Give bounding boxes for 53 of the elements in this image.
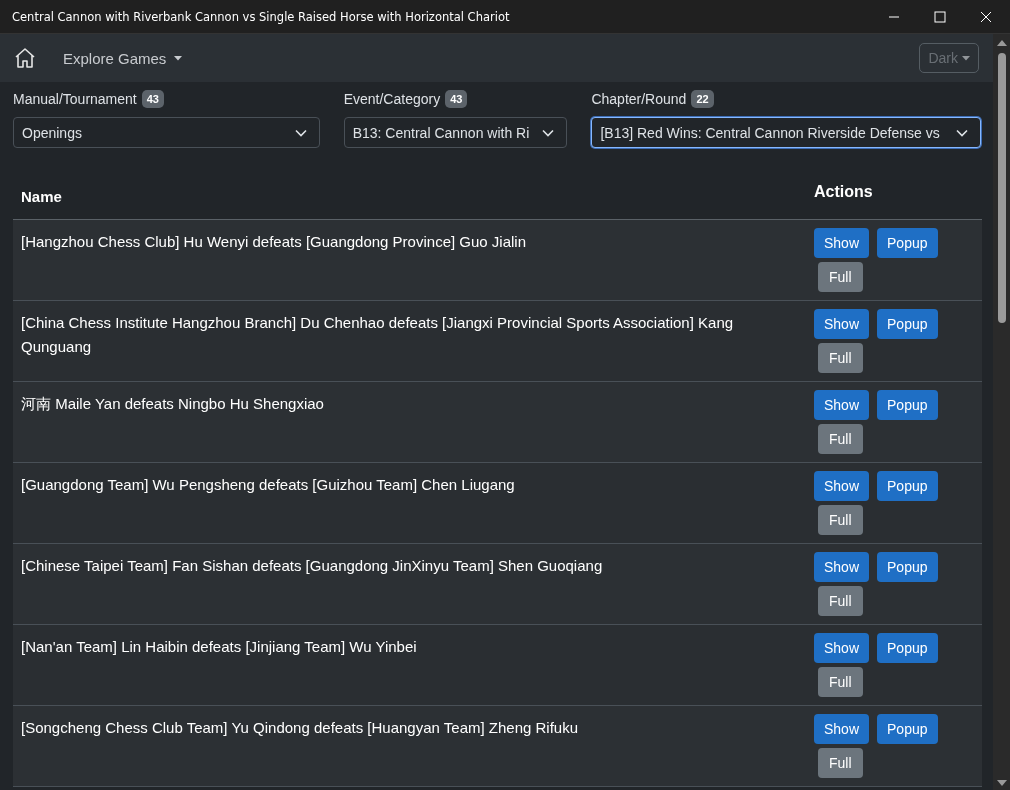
chevron-down-icon: [542, 128, 555, 137]
filter-label: Event/Category: [343, 91, 441, 107]
full-button[interactable]: Full: [818, 343, 863, 373]
select-field[interactable]: Openings: [13, 117, 320, 148]
show-button[interactable]: Show: [814, 552, 870, 582]
game-name-cell-text: [Chinese Taipei Team] Fan Sishan defeats [Guangdong JinXinyu Team] Shen Guoqiang: [20, 556, 604, 576]
chevron-down-icon: [294, 128, 307, 137]
full-button[interactable]: Full: [818, 262, 863, 292]
explore-games-dropdown[interactable]: Explore Games: [59, 43, 187, 73]
popup-button[interactable]: Popup: [877, 309, 938, 339]
window-title: Central Cannon with Riverbank Cannon vs Single Raised Horse with Horizontal Chariot: [12, 9, 511, 24]
select-field[interactable]: [B13] Red Wins: Central Cannon Riverside Defense vs: [591, 117, 981, 148]
popup-button[interactable]: Popup: [877, 552, 938, 582]
select-field[interactable]: B13: Central Cannon with Ri: [343, 117, 568, 148]
popup-button[interactable]: Popup: [877, 228, 938, 258]
caret-icon: [174, 55, 183, 61]
show-button[interactable]: Show: [814, 228, 870, 258]
filter-label: Manual/Tournament: [13, 91, 137, 107]
popup-button[interactable]: Popup: [877, 633, 938, 663]
game-name-cell-text: [Nan'an Team] Lin Haibin defeats [Jinjiang Team] Wu Yinbei: [20, 637, 418, 657]
count-badge: 43: [445, 90, 468, 108]
close-icon[interactable]: [980, 10, 992, 23]
show-button[interactable]: Show: [814, 633, 870, 663]
full-button[interactable]: Full: [818, 424, 863, 454]
maximize-icon[interactable]: [934, 10, 946, 23]
game-name-cell-text: [Hangzhou Chess Club] Hu Wenyi defeats [Guangdong Province] Guo Jialin: [20, 232, 527, 252]
show-button[interactable]: Show: [814, 390, 870, 420]
popup-button[interactable]: Popup: [877, 390, 938, 420]
show-button[interactable]: Show: [814, 309, 870, 339]
game-name-cell-text: [China Chess Institute Hangzhou Branch] Du Chenhao defeats [Jiangxi Provincial Sports Association] Kang Qunguang: [20, 313, 735, 357]
scroll-up-arrow-icon[interactable]: [996, 40, 1007, 46]
column-header: Actions: [814, 182, 874, 202]
caret-icon: [962, 55, 970, 61]
scrollbar-thumb[interactable]: [997, 53, 1006, 323]
scroll-down-arrow-icon[interactable]: [996, 780, 1007, 786]
home-icon[interactable]: [13, 46, 37, 70]
game-name-cell-text: 河南 Maile Yan defeats Ningbo Hu Shengxiao: [20, 394, 325, 414]
popup-button[interactable]: Popup: [877, 471, 938, 501]
game-name-cell-text: [Songcheng Chess Club Team] Yu Qindong defeats [Huangyan Team] Zheng Rifuku: [20, 718, 580, 738]
show-button[interactable]: Show: [814, 714, 870, 744]
popup-button[interactable]: Popup: [877, 714, 938, 744]
column-header: Name: [20, 187, 63, 207]
count-badge: 43: [141, 90, 164, 108]
full-button[interactable]: Full: [818, 748, 863, 778]
chevron-down-icon: [956, 128, 968, 137]
full-button[interactable]: Full: [818, 586, 863, 616]
game-name-cell-text: [Guangdong Team] Wu Pengsheng defeats [Guizhou Team] Chen Liugang: [20, 475, 516, 495]
count-badge: 22: [691, 90, 714, 108]
full-button[interactable]: Full: [818, 505, 863, 535]
full-button[interactable]: Full: [818, 667, 863, 697]
filter-label: Chapter/Round: [591, 91, 687, 107]
scrollbar[interactable]: [993, 34, 1010, 790]
show-button[interactable]: Show: [814, 471, 870, 501]
